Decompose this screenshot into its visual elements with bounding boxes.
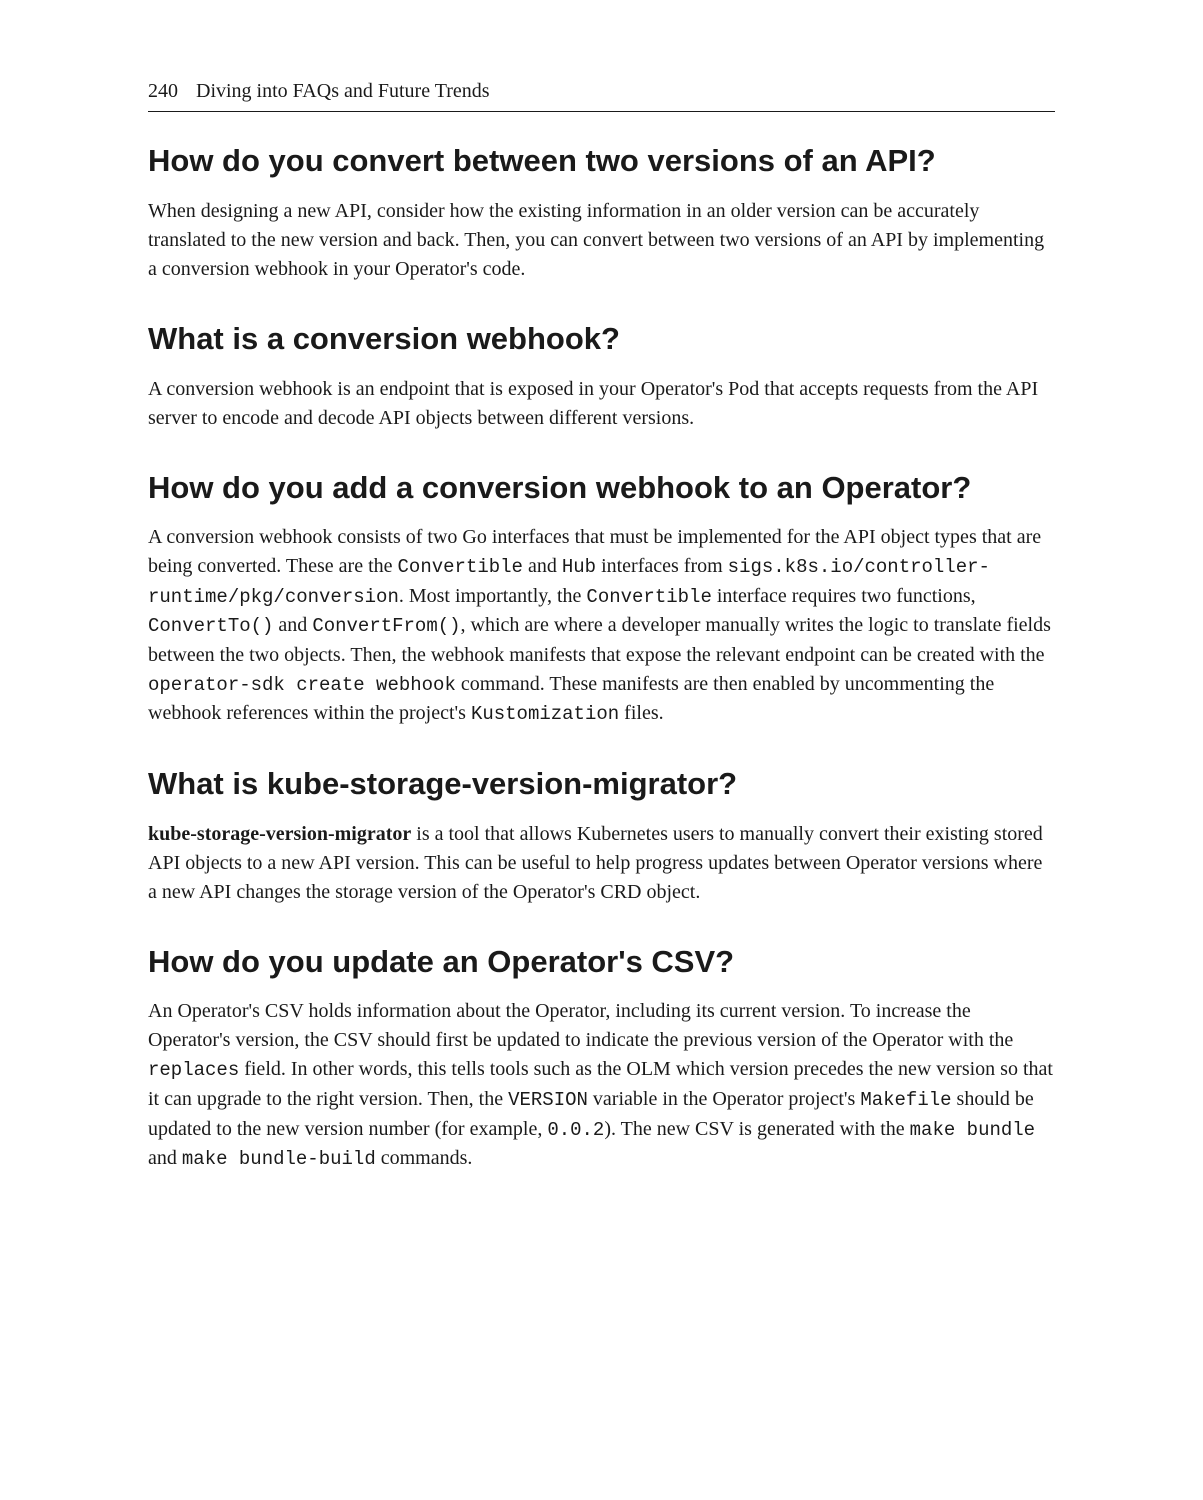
section-heading-convert-api: How do you convert between two versions …: [148, 142, 1055, 181]
inline-code: 0.0.2: [547, 1119, 604, 1141]
section-heading-kube-storage: What is kube-storage-version-migrator?: [148, 765, 1055, 804]
inline-code: make bundle: [910, 1119, 1035, 1141]
body-paragraph: A conversion webhook is an endpoint that…: [148, 375, 1055, 433]
inline-code: replaces: [148, 1059, 239, 1081]
chapter-title: Diving into FAQs and Future Trends: [196, 80, 490, 103]
text-run: . Most importantly, the: [399, 585, 587, 607]
text-run: variable in the Operator project's: [588, 1088, 860, 1110]
text-run: interfaces from: [596, 555, 728, 577]
text-run: and: [273, 614, 312, 636]
text-run: and: [523, 555, 562, 577]
text-run: An Operator's CSV holds information abou…: [148, 1000, 1013, 1051]
inline-code: ConvertFrom(): [312, 615, 460, 637]
section-heading-add-webhook: How do you add a conversion webhook to a…: [148, 469, 1055, 508]
text-run: and: [148, 1147, 182, 1169]
inline-code: Makefile: [860, 1089, 951, 1111]
text-run: interface requires two functions,: [712, 585, 976, 607]
inline-code: Kustomization: [471, 703, 619, 725]
inline-code: VERSION: [508, 1089, 588, 1111]
inline-code: Hub: [562, 556, 596, 578]
page-header: 240 Diving into FAQs and Future Trends: [148, 80, 1055, 112]
section-heading-update-csv: How do you update an Operator's CSV?: [148, 943, 1055, 982]
section-heading-conversion-webhook: What is a conversion webhook?: [148, 320, 1055, 359]
text-run: commands.: [376, 1147, 473, 1169]
inline-code: Convertible: [398, 556, 523, 578]
body-paragraph: An Operator's CSV holds information abou…: [148, 997, 1055, 1173]
bold-text: kube-storage-version-migrator: [148, 823, 411, 845]
inline-code: make bundle-build: [182, 1148, 376, 1170]
body-paragraph: When designing a new API, consider how t…: [148, 197, 1055, 284]
inline-code: Convertible: [586, 586, 711, 608]
body-paragraph: A conversion webhook consists of two Go …: [148, 523, 1055, 729]
text-run: files.: [619, 702, 663, 724]
page-number: 240: [148, 80, 178, 103]
inline-code: operator-sdk create webhook: [148, 674, 456, 696]
inline-code: ConvertTo(): [148, 615, 273, 637]
text-run: ). The new CSV is generated with the: [604, 1118, 909, 1140]
body-paragraph: kube-storage-version-migrator is a tool …: [148, 820, 1055, 907]
